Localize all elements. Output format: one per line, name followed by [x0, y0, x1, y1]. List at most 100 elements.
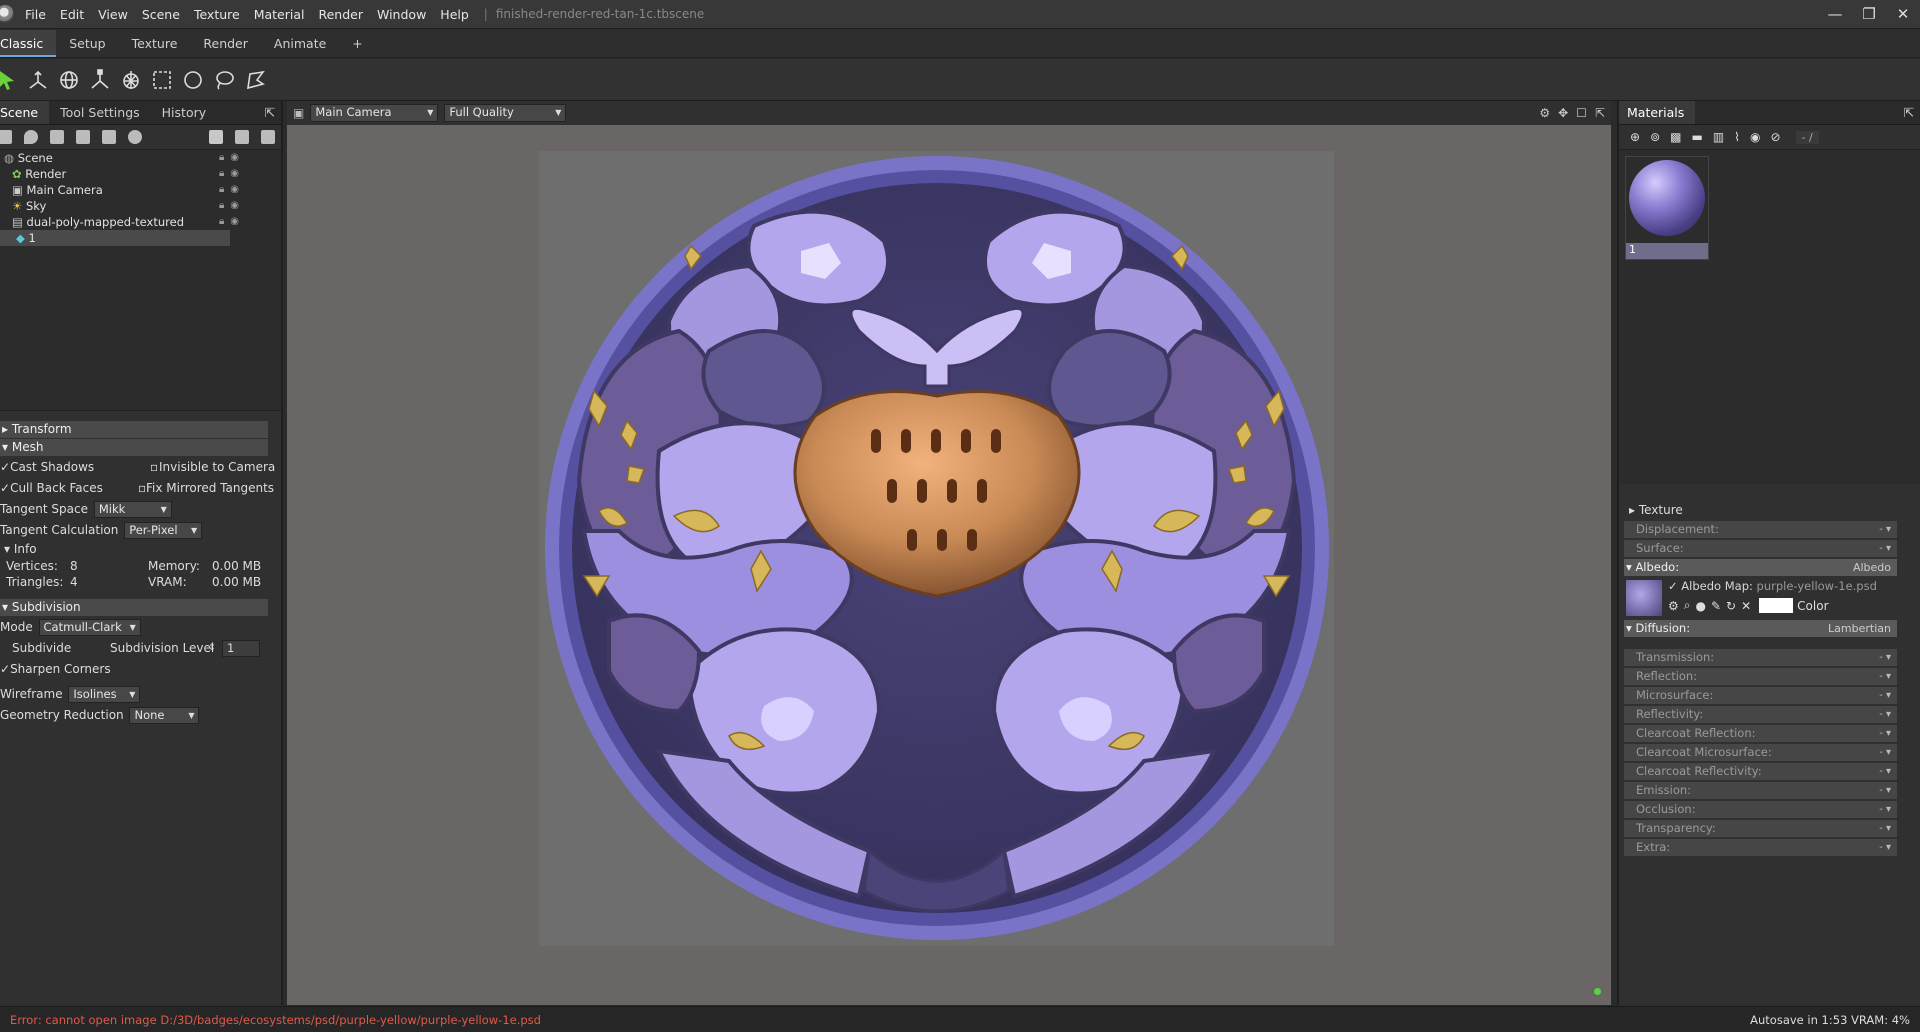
subdivision-mode-dropdown[interactable]: Catmull-Clark — [38, 619, 141, 636]
tab-scene[interactable]: Scene — [0, 101, 50, 124]
occlusion-row[interactable]: Occlusion: - ▾ — [1624, 801, 1897, 818]
albedo-row[interactable]: ▾ Albedo: Albedo — [1624, 559, 1897, 576]
info-section[interactable]: ▾ Info — [0, 541, 281, 558]
reflection-row[interactable]: Reflection: - ▾ — [1624, 668, 1897, 685]
tab-animate[interactable]: Animate — [261, 30, 339, 57]
clearcoat-microsurface-row[interactable]: Clearcoat Microsurface: - ▾ — [1624, 744, 1897, 761]
undock-icon[interactable]: ⇱ — [259, 101, 281, 124]
reflectivity-row[interactable]: Reflectivity: - ▾ — [1624, 706, 1897, 723]
clearcoat-reflection-row[interactable]: Clearcoat Reflection: - ▾ — [1624, 725, 1897, 742]
tab-render[interactable]: Render — [190, 30, 261, 57]
material-apply-icon[interactable]: ◉ — [1750, 130, 1760, 144]
materials-undock-icon[interactable]: ⇱ — [1898, 101, 1920, 124]
albedo-map-thumb[interactable] — [1626, 580, 1662, 616]
diffusion-dropdown[interactable]: Lambertian — [1828, 620, 1891, 637]
albedo-map-checkbox[interactable]: ✓ — [1668, 579, 1678, 593]
quality-dropdown[interactable]: Full Quality — [444, 104, 567, 122]
map-channel-icon[interactable]: ● — [1696, 599, 1706, 613]
tab-classic[interactable]: Classic — [0, 30, 57, 57]
displacement-row[interactable]: Displacement: - ▾ — [1624, 521, 1897, 538]
tree-item-submesh[interactable]: ◆ 1 — [0, 230, 230, 246]
tab-tool-settings[interactable]: Tool Settings — [49, 101, 151, 124]
mesh-section[interactable]: ▾ Mesh — [0, 439, 268, 456]
transform-section[interactable]: ▸ Transform — [0, 421, 268, 438]
viewport-move-icon[interactable]: ✥ — [1558, 106, 1568, 120]
lock-eye-icons[interactable]: 🔒︎◉ — [219, 166, 245, 182]
polygon-select-icon[interactable] — [242, 67, 268, 93]
tab-texture[interactable]: Texture — [119, 30, 191, 57]
map-zoom-icon[interactable]: ⌕ — [1684, 598, 1691, 613]
viewport-settings-icon[interactable]: ⚙ — [1539, 106, 1550, 120]
cull-back-faces-checkbox[interactable]: ✓ — [0, 481, 10, 495]
transmission-row[interactable]: Transmission: - ▾ — [1624, 649, 1897, 666]
add-shadow-catcher-icon[interactable] — [128, 130, 142, 144]
emission-row[interactable]: Emission: - ▾ — [1624, 782, 1897, 799]
viewport-frame-icon[interactable]: ☐ — [1576, 106, 1587, 120]
map-reload-icon[interactable]: ↻ — [1726, 599, 1736, 613]
viewport-camera-icon[interactable]: ▣ — [293, 106, 304, 120]
tree-item-scene[interactable]: ◍ Scene 🔒︎◉ — [0, 150, 281, 166]
subdivision-level-input[interactable]: 1 — [222, 640, 260, 657]
close-button[interactable]: ✕ — [1886, 0, 1920, 29]
surface-row[interactable]: Surface: - ▾ — [1624, 540, 1897, 557]
tangent-calc-dropdown[interactable]: Per-Pixel — [124, 522, 203, 539]
duplicate-icon[interactable] — [235, 130, 249, 144]
albedo-color-swatch[interactable] — [1759, 598, 1794, 613]
material-delete-icon[interactable]: ▥ — [1713, 130, 1724, 144]
menu-file[interactable]: File — [18, 7, 53, 22]
tree-item-sky[interactable]: ☀ Sky 🔒︎◉ — [0, 198, 281, 214]
tangent-space-dropdown[interactable]: Mikk — [93, 501, 172, 518]
map-settings-icon[interactable]: ⚙ — [1668, 599, 1679, 613]
add-group-icon[interactable] — [102, 130, 116, 144]
lock-eye-icons[interactable]: 🔒︎◉ — [219, 150, 245, 166]
checker-icon[interactable]: ▩ — [1670, 130, 1681, 144]
menu-texture[interactable]: Texture — [187, 7, 247, 22]
material-picker-icon[interactable]: ⌇ — [1734, 130, 1740, 144]
rotate-tool-icon[interactable] — [56, 67, 82, 93]
texture-section[interactable]: ▸ Texture — [1619, 502, 1920, 519]
delete-icon[interactable] — [261, 130, 275, 144]
albedo-dropdown[interactable]: Albedo — [1853, 559, 1891, 576]
lasso-select-icon[interactable] — [211, 67, 237, 93]
tree-item-render[interactable]: ✿ Render 🔒︎◉ — [0, 166, 281, 182]
move-tool-icon[interactable] — [25, 67, 51, 93]
minimize-button[interactable]: — — [1818, 0, 1852, 29]
tree-item-main-camera[interactable]: ▣ Main Camera 🔒︎◉ — [0, 182, 281, 198]
select-arrow-icon[interactable] — [0, 67, 20, 93]
menu-material[interactable]: Material — [247, 7, 312, 22]
add-object-icon[interactable] — [0, 130, 12, 144]
viewport[interactable]: ▣ Main Camera Full Quality ⚙ ✥ ☐ ⇱ — [287, 101, 1611, 1005]
menu-edit[interactable]: Edit — [53, 7, 91, 22]
map-edit-icon[interactable]: ✎ — [1711, 599, 1721, 613]
viewport-undock-icon[interactable]: ⇱ — [1595, 106, 1605, 120]
clearcoat-reflectivity-row[interactable]: Clearcoat Reflectivity: - ▾ — [1624, 763, 1897, 780]
folder-icon[interactable] — [209, 130, 223, 144]
maximize-button[interactable]: ❐ — [1852, 0, 1886, 29]
fix-mirrored-tangents-checkbox[interactable]: ▫ — [138, 478, 146, 499]
level-spinner-icon[interactable]: ⇕ — [208, 638, 216, 659]
cast-shadows-checkbox[interactable]: ✓ — [0, 460, 10, 474]
box-select-icon[interactable] — [149, 67, 175, 93]
invisible-to-camera-checkbox[interactable]: ▫ — [150, 457, 158, 478]
tree-item-mesh[interactable]: ▤ dual-poly-mapped-textured 🔒︎◉ — [0, 214, 281, 230]
add-light-icon[interactable] — [24, 130, 38, 144]
albedo-map-file[interactable]: purple-yellow-1e.psd — [1757, 579, 1877, 593]
microsurface-row[interactable]: Microsurface: - ▾ — [1624, 687, 1897, 704]
diffusion-row[interactable]: ▾ Diffusion: Lambertian — [1624, 620, 1897, 637]
tab-setup[interactable]: Setup — [56, 30, 118, 57]
add-sky-icon[interactable] — [76, 130, 90, 144]
duplicate-material-icon[interactable]: ⊚ — [1650, 130, 1660, 144]
menu-render[interactable]: Render — [311, 7, 370, 22]
lock-eye-icons[interactable]: 🔒︎◉ — [219, 214, 245, 230]
material-thumb[interactable]: 1 — [1625, 156, 1709, 260]
transparency-row[interactable]: Transparency: - ▾ — [1624, 820, 1897, 837]
map-clear-icon[interactable]: ✕ — [1741, 599, 1751, 613]
tab-materials[interactable]: Materials — [1619, 101, 1696, 124]
menu-view[interactable]: View — [91, 7, 135, 22]
circle-select-icon[interactable] — [180, 67, 206, 93]
menu-scene[interactable]: Scene — [135, 7, 187, 22]
scale-tool-icon[interactable] — [87, 67, 113, 93]
wireframe-dropdown[interactable]: Isolines — [68, 686, 141, 703]
lock-eye-icons[interactable]: 🔒︎◉ — [219, 182, 245, 198]
menu-help[interactable]: Help — [433, 7, 476, 22]
